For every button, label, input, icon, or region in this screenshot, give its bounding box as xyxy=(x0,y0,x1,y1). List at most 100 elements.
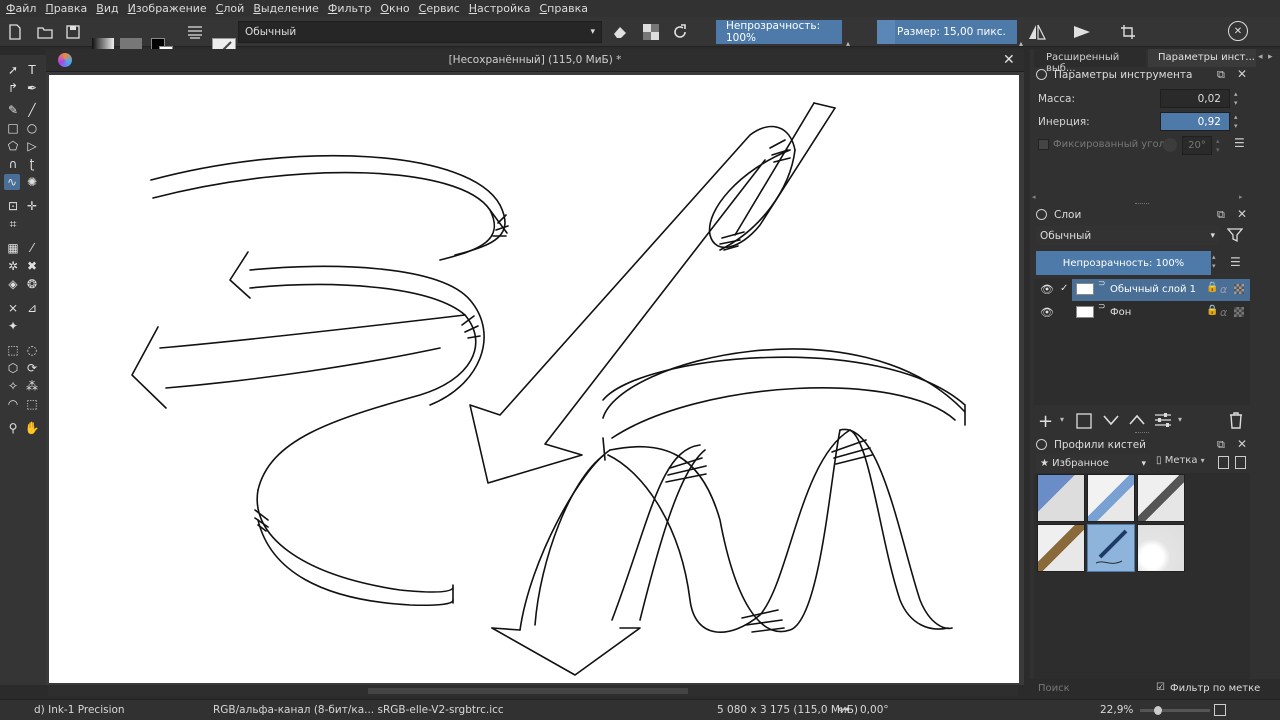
tab-advanced-select[interactable]: Расширенный выб... xyxy=(1034,49,1146,74)
opacity-slider[interactable]: Непрозрачность: 100% xyxy=(716,20,842,44)
tabs-scroll-left-icon[interactable]: ◂ xyxy=(1258,52,1263,62)
polygon-select-icon[interactable]: ⬡ xyxy=(5,360,21,376)
transform-tool-icon[interactable]: ⊡ xyxy=(5,198,21,214)
dynamic-brush-icon[interactable]: ∿ xyxy=(4,174,20,190)
multibrush-icon[interactable]: ✺ xyxy=(24,174,40,190)
layers-lock-icon[interactable] xyxy=(1036,209,1047,220)
line-tool-icon[interactable]: ╱ xyxy=(24,102,40,118)
contiguous-select-icon[interactable]: ✧ xyxy=(5,378,21,394)
zoom-slider[interactable] xyxy=(1140,706,1210,715)
brush-preset-ink-precision[interactable] xyxy=(1087,524,1135,572)
lock-icon[interactable]: 🔒 xyxy=(1206,282,1218,293)
menu-image[interactable]: Изображение xyxy=(128,2,207,15)
inertia-input[interactable]: 0,92 xyxy=(1160,112,1230,131)
new-document-icon[interactable] xyxy=(4,21,26,43)
enclose-fill-icon[interactable]: ❂ xyxy=(24,276,40,292)
fill-tool-icon[interactable]: ◈ xyxy=(5,276,21,292)
fixed-angle-checkbox[interactable] xyxy=(1038,139,1049,150)
brush-preset-airbrush[interactable] xyxy=(1137,524,1185,572)
layer-filter-icon[interactable] xyxy=(1226,227,1244,246)
smart-patch-icon[interactable]: ✲ xyxy=(5,258,21,274)
freehand-path-icon[interactable]: ʈ xyxy=(24,156,40,172)
text-tool-icon[interactable]: T xyxy=(24,62,40,78)
rectangle-tool-icon[interactable]: □ xyxy=(5,120,21,136)
brush-presets-icon[interactable] xyxy=(184,21,206,43)
inertia-spin-icon[interactable]: ▴ ▾ xyxy=(1234,113,1238,131)
layers-float-icon[interactable]: ⧉ xyxy=(1217,208,1225,222)
calligraphy-icon[interactable]: ✒ xyxy=(24,80,40,96)
layers-close-icon[interactable]: ✕ xyxy=(1237,207,1247,221)
menu-window[interactable]: Окно xyxy=(380,2,409,15)
alpha-icon[interactable]: α xyxy=(1220,283,1227,296)
fullscreen-icon[interactable] xyxy=(1214,704,1226,716)
angle-dial-icon[interactable] xyxy=(1163,138,1177,152)
brushes-close-icon[interactable]: ✕ xyxy=(1237,437,1247,451)
layer-opacity-spin-icon[interactable]: ▴ ▾ xyxy=(1212,253,1216,271)
reference-tool-icon[interactable]: ✦ xyxy=(5,318,21,334)
tabs-scroll-right-icon[interactable]: ▸ xyxy=(1268,52,1273,62)
similar-select-icon[interactable]: ⁂ xyxy=(24,378,40,394)
brush-preset-graphite[interactable] xyxy=(1037,524,1085,572)
color-picker-icon[interactable]: ⁄ xyxy=(24,240,40,256)
brush-tag-select[interactable]: ★ Избранное ▾ xyxy=(1036,454,1150,473)
crop-tool-icon[interactable]: ⌗ xyxy=(5,216,21,232)
colorize-mask-icon[interactable]: ✖ xyxy=(24,258,40,274)
lock-icon[interactable]: 🔒 xyxy=(1206,305,1218,316)
brushes-float-icon[interactable]: ⧉ xyxy=(1217,438,1225,452)
visibility-eye-icon[interactable]: 👁 xyxy=(1040,283,1054,296)
move-layer-up-icon[interactable] xyxy=(1128,413,1146,430)
menu-help[interactable]: Справка xyxy=(539,2,587,15)
select-shapes-icon[interactable]: ➚ xyxy=(5,62,21,78)
menu-view[interactable]: Вид xyxy=(96,2,118,15)
reload-preset-icon[interactable] xyxy=(669,21,691,43)
tool-options-scrollbar[interactable]: ◂ ▸ xyxy=(1030,193,1250,203)
open-folder-icon[interactable] xyxy=(34,21,56,43)
pan-tool-icon[interactable]: ✋ xyxy=(24,420,40,436)
brush-search-input[interactable]: Поиск xyxy=(1038,683,1070,694)
filter-by-tag-checkbox[interactable]: ☑ xyxy=(1156,682,1165,693)
size-slider[interactable]: Размер: 15,00 пикс. xyxy=(877,20,1017,44)
ellipse-select-icon[interactable]: ◌ xyxy=(24,342,40,358)
status-rotation[interactable]: 0,00° xyxy=(860,704,889,716)
polygon-tool-icon[interactable]: ⬠ xyxy=(5,138,21,154)
status-zoom[interactable]: 22,9% xyxy=(1100,704,1133,716)
inherit-alpha-icon[interactable] xyxy=(1234,307,1244,317)
panel-lock-icon[interactable] xyxy=(1036,69,1047,80)
layer-row[interactable]: 👁 ✓ ⊃ Обычный слой 1 🔒 α xyxy=(1034,279,1250,301)
add-layer-chevron-icon[interactable]: ▾ xyxy=(1060,415,1064,424)
mirror-horizontal-icon[interactable] xyxy=(1026,21,1048,43)
brush-preset-eraser[interactable] xyxy=(1037,474,1085,522)
bezier-tool-icon[interactable]: ∩ xyxy=(5,156,21,172)
checkmark-icon[interactable]: ✓ xyxy=(1060,283,1068,294)
ellipse-tool-icon[interactable]: ○ xyxy=(24,120,40,136)
duplicate-layer-icon[interactable] xyxy=(1076,413,1092,432)
blend-mode-select[interactable]: Обычный ▾ xyxy=(238,21,602,43)
brush-preset-pencil[interactable] xyxy=(1137,474,1185,522)
menu-file[interactable]: Файл xyxy=(6,2,36,15)
layer-row[interactable]: 👁 ⊃ Фон 🔒 α xyxy=(1034,302,1250,324)
layer-options-menu-icon[interactable]: ☰ xyxy=(1230,255,1241,269)
save-icon[interactable] xyxy=(62,21,84,43)
brush-settings-icon[interactable] xyxy=(1218,456,1229,469)
float-panel-icon[interactable]: ⧉ xyxy=(1217,68,1225,82)
menu-tools[interactable]: Сервис xyxy=(419,2,460,15)
brush-tool-icon[interactable]: ✎ xyxy=(5,102,21,118)
zoom-tool-icon[interactable]: ⚲ xyxy=(5,420,21,436)
brush-view-icon[interactable] xyxy=(1235,456,1246,469)
close-panel-icon[interactable]: ✕ xyxy=(1237,67,1247,81)
wrap-around-icon[interactable] xyxy=(1117,21,1139,43)
menu-filter[interactable]: Фильтр xyxy=(328,2,372,15)
move-layer-down-icon[interactable] xyxy=(1102,413,1120,430)
splitter-handle[interactable] xyxy=(1135,432,1149,434)
alpha-icon[interactable]: α xyxy=(1220,306,1227,319)
horizontal-scrollbar[interactable] xyxy=(48,686,1018,696)
tab-tool-options[interactable]: Параметры инст... xyxy=(1148,49,1256,67)
close-toolbar-icon[interactable]: ✕ xyxy=(1228,21,1248,41)
tool-options-menu-icon[interactable]: ☰ xyxy=(1234,136,1245,150)
eraser-mode-icon[interactable] xyxy=(609,21,631,43)
zoom-slider-handle[interactable] xyxy=(1154,706,1162,715)
menu-layer[interactable]: Слой xyxy=(216,2,245,15)
assistant-tool-icon[interactable]: ⨯ xyxy=(5,300,21,316)
bezier-select-icon[interactable]: ◠ xyxy=(5,396,21,412)
brushes-lock-icon[interactable] xyxy=(1036,439,1047,450)
